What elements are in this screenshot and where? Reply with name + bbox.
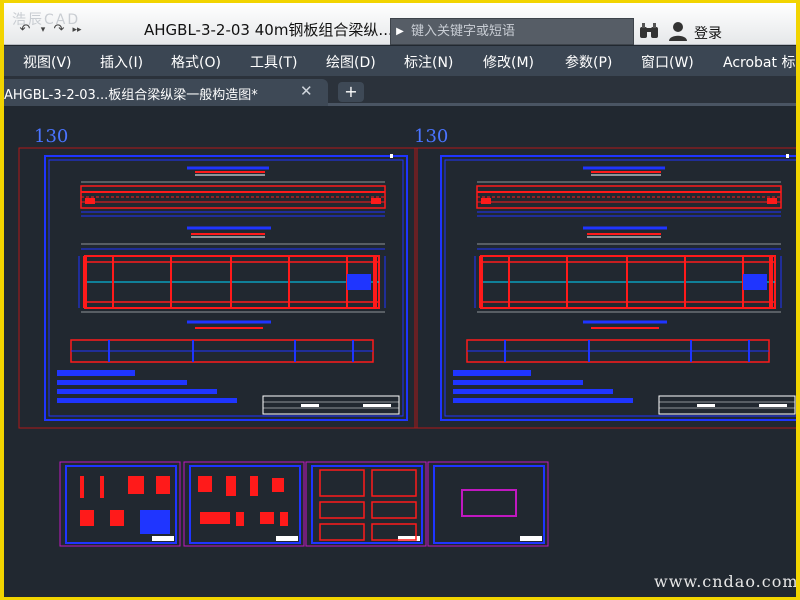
new-tab-button[interactable]: + [338,82,364,102]
document-tab-bar: AHGBL-3-2-03...板组合梁纵梁一般构造图* ✕ + [4,76,796,106]
search-expand-arrow-icon[interactable]: ▶ [393,24,407,40]
search-input[interactable] [411,22,629,41]
close-icon[interactable]: ✕ [300,82,313,100]
menu-format[interactable]: 格式(O) [171,52,221,72]
user-icon[interactable] [668,20,688,42]
menu-modify[interactable]: 修改(M) [483,52,534,72]
redo-icon[interactable]: ↷ [50,21,68,39]
menu-tools[interactable]: 工具(T) [250,52,297,72]
menu-bar: 视图(V) 插入(I) 格式(O) 工具(T) 绘图(D) 标注(N) 修改(M… [4,46,796,76]
menu-insert[interactable]: 插入(I) [100,52,143,72]
drawing-canvas[interactable]: 130 130 www.cndao.com [4,106,796,597]
cad-application-window: 浩辰CAD ↶ ▾ ↷ ▸▸ AHGBL-3-2-03 40m钢板组合梁纵...… [4,3,796,597]
search-box[interactable]: ▶ [390,18,634,45]
login-button[interactable]: 登录 [694,23,722,43]
tab-label: AHGBL-3-2-03...板组合梁纵梁一般构造图* [4,88,258,103]
menu-draw[interactable]: 绘图(D) [326,52,376,72]
quick-access-more-icon[interactable]: ▸▸ [68,21,86,39]
binoculars-icon[interactable] [638,22,660,40]
undo-icon[interactable]: ↶ [16,21,34,39]
cad-drawing [17,146,796,547]
menu-acrobat[interactable]: Acrobat 标 [723,52,795,72]
menu-dimension[interactable]: 标注(N) [404,52,453,72]
document-title: AHGBL-3-2-03 40m钢板组合梁纵... [144,21,393,39]
menu-view[interactable]: 视图(V) [23,52,72,72]
title-bar: 浩辰CAD ↶ ▾ ↷ ▸▸ AHGBL-3-2-03 40m钢板组合梁纵...… [4,3,796,45]
menu-window[interactable]: 窗口(W) [641,52,694,72]
watermark: www.cndao.com [654,572,796,591]
tab-active-drawing[interactable]: AHGBL-3-2-03...板组合梁纵梁一般构造图* ✕ [4,79,328,106]
menu-parameters[interactable]: 参数(P) [565,52,612,72]
